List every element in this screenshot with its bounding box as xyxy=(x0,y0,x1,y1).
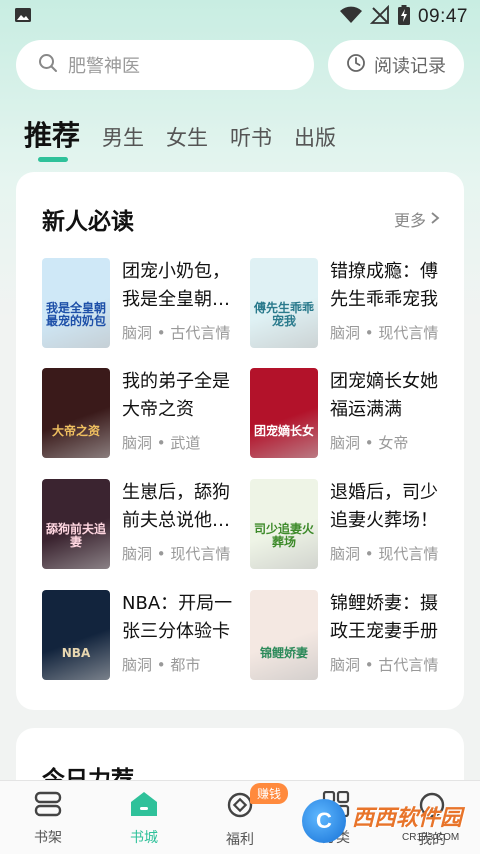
category-tabs: 推荐 男生 女生 听书 出版 xyxy=(24,112,336,164)
book-item[interactable]: 司少追妻火葬场 退婚后，司少追妻火葬场！ 脑洞 • 现代言情 xyxy=(250,479,450,571)
book-title: 错撩成瘾：傅先生乖乖宠我 xyxy=(330,261,438,310)
tab-published[interactable]: 出版 xyxy=(294,122,336,164)
earn-badge: 赚钱 xyxy=(250,783,288,804)
book-meta: 脑洞 • 现代言情 xyxy=(330,324,439,342)
book-title: NBA：开局一张三分体验卡 xyxy=(122,593,233,642)
section-title: 新人必读 xyxy=(42,209,134,235)
book-cover: 司少追妻火葬场 xyxy=(250,479,318,569)
book-cover: 我是全皇朝最宠的奶包 xyxy=(42,258,110,348)
book-item[interactable]: 锦鲤娇妻 锦鲤娇妻：摄政王宠妻手册脑洞 • 古代言情 xyxy=(250,590,450,682)
book-title: 生崽后，舔狗前夫总说他… xyxy=(122,482,230,531)
more-label: 更多 xyxy=(393,211,426,230)
more-link[interactable]: 更多 xyxy=(394,207,440,231)
book-meta: 脑洞 • 古代言情 xyxy=(122,324,231,342)
book-cover: 傅先生乖乖宠我 xyxy=(250,258,318,348)
book-cover-title: 司少追妻火葬场 xyxy=(253,521,314,549)
image-icon xyxy=(14,6,32,28)
nav-welfare[interactable]: 赚钱 福利 xyxy=(192,781,288,854)
nav-label: 书架 xyxy=(34,830,62,846)
no-signal-icon xyxy=(369,4,390,29)
watermark-main: 西西软件园 xyxy=(352,805,463,831)
book-item[interactable]: 大帝之资 我的弟子全是大帝之资脑洞 • 武道 xyxy=(42,368,242,460)
watermark-logo: C xyxy=(302,799,346,843)
book-title: 退婚后，司少追妻火葬场！ xyxy=(330,482,438,531)
nav-label: 书城 xyxy=(130,830,158,846)
tab-recommend[interactable]: 推荐 xyxy=(24,114,80,164)
wifi-icon xyxy=(339,6,362,28)
book-meta: 脑洞 • 女帝 xyxy=(330,434,409,452)
book-title: 团宠嫡长女她福运满满 xyxy=(330,371,438,420)
nav-label: 福利 xyxy=(226,832,254,848)
book-meta: 脑洞 • 武道 xyxy=(122,434,201,452)
book-cover-title: 舔狗前夫追妻 xyxy=(45,521,106,549)
search-input[interactable]: 肥警神医 xyxy=(16,40,314,90)
reading-history-label: 阅读记录 xyxy=(374,56,446,77)
home-icon xyxy=(129,791,159,821)
book-meta: 脑洞 • 都市 xyxy=(122,656,201,674)
book-cover: NBA xyxy=(42,590,110,680)
book-title: 锦鲤娇妻：摄政王宠妻手册 xyxy=(330,593,438,642)
book-cover-title: 锦鲤娇妻 xyxy=(259,645,308,660)
book-cover-title: 团宠嫡长女 xyxy=(253,423,314,438)
book-item[interactable]: 舔狗前夫追妻 生崽后，舔狗前夫总说他… 脑洞 • 现代言情 xyxy=(42,479,242,571)
new-readers-card: 新人必读 更多 我是全皇朝最宠的奶包 团宠小奶包，我是全皇朝… 脑洞 • 古代言情 傅… xyxy=(16,172,464,710)
book-cover: 团宠嫡长女 xyxy=(250,368,318,458)
book-cover-title: 我是全皇朝最宠的奶包 xyxy=(45,300,106,328)
book-meta: 脑洞 • 现代言情 xyxy=(330,545,439,563)
search-icon xyxy=(38,53,58,77)
book-cover-title: 傅先生乖乖宠我 xyxy=(253,300,314,328)
watermark-sub: CR173.COM xyxy=(402,831,460,843)
bookshelf-icon xyxy=(33,791,63,821)
book-cover-title: 大帝之资 xyxy=(51,423,100,438)
book-item[interactable]: NBA NBA：开局一张三分体验卡脑洞 • 都市 xyxy=(42,590,242,682)
nav-bookshelf[interactable]: 书架 xyxy=(0,781,96,854)
book-cover: 锦鲤娇妻 xyxy=(250,590,318,680)
book-meta: 脑洞 • 古代言情 xyxy=(330,656,439,674)
watermark: C 西西软件园 CR173.COM xyxy=(302,796,472,846)
book-item[interactable]: 团宠嫡长女 团宠嫡长女她福运满满脑洞 • 女帝 xyxy=(250,368,450,460)
book-item[interactable]: 我是全皇朝最宠的奶包 团宠小奶包，我是全皇朝… 脑洞 • 古代言情 xyxy=(42,258,242,350)
nav-bookstore[interactable]: 书城 xyxy=(96,781,192,854)
clock-icon xyxy=(346,53,366,77)
tab-female[interactable]: 女生 xyxy=(166,122,208,164)
book-item[interactable]: 傅先生乖乖宠我 错撩成瘾：傅先生乖乖宠我脑洞 • 现代言情 xyxy=(250,258,450,350)
search-placeholder: 肥警神医 xyxy=(68,56,140,77)
book-title: 团宠小奶包，我是全皇朝… xyxy=(122,261,230,310)
book-title: 我的弟子全是大帝之资 xyxy=(122,371,230,420)
battery-charging-icon xyxy=(397,5,410,29)
chevron-right-icon xyxy=(430,210,440,229)
reading-history-button[interactable]: 阅读记录 xyxy=(328,40,464,90)
tab-male[interactable]: 男生 xyxy=(102,122,144,164)
book-cover: 大帝之资 xyxy=(42,368,110,458)
book-meta: 脑洞 • 现代言情 xyxy=(122,545,231,563)
status-bar: 09:47 xyxy=(0,0,480,34)
book-cover-title: NBA xyxy=(61,645,91,660)
search-row: 肥警神医 阅读记录 xyxy=(16,40,464,90)
book-cover: 舔狗前夫追妻 xyxy=(42,479,110,569)
tab-audiobook[interactable]: 听书 xyxy=(230,122,272,164)
clock: 09:47 xyxy=(417,6,468,27)
